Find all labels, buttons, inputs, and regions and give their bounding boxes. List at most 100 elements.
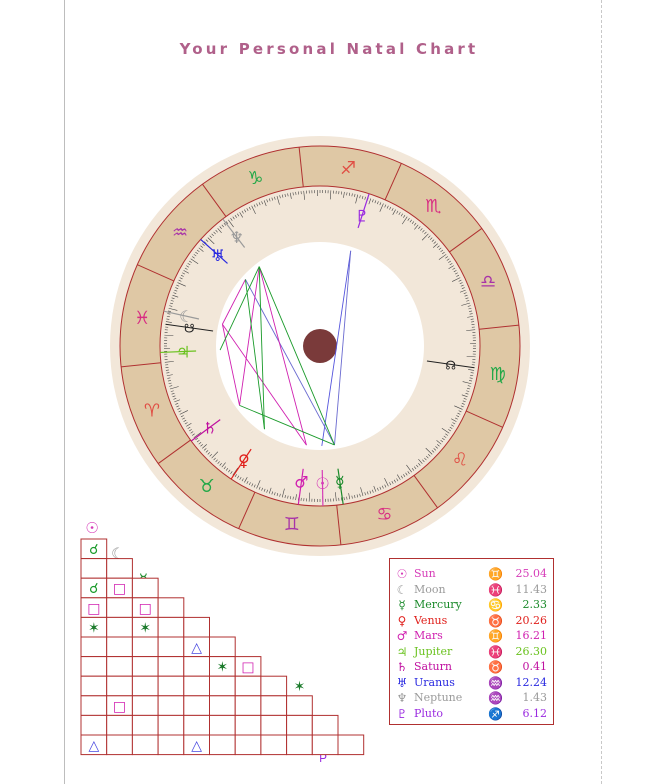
- legend-planet-name: Venus: [414, 613, 448, 627]
- legend-sign-icon: ♊: [488, 629, 503, 643]
- aspect-grid-cell: [131, 695, 159, 716]
- aspect-sextile-icon: ✶: [294, 679, 306, 695]
- sign-aries-icon: ♈: [144, 401, 160, 422]
- planet-uranus-icon: ♅: [211, 246, 225, 265]
- sign-pisces-icon: ♓: [134, 308, 150, 329]
- aspect-grid-cell: [260, 675, 288, 697]
- aspect-grid-cell: [234, 714, 262, 736]
- aspect-grid-cell: [106, 734, 133, 756]
- aspect-conjunction-icon: ☌: [89, 581, 98, 597]
- legend-sun-icon: ☉: [396, 567, 408, 581]
- legend-venus-icon: ♀: [397, 613, 407, 628]
- legend-pluto-icon: ♇: [396, 706, 408, 721]
- planet-venus-icon: ♀: [238, 451, 250, 470]
- legend-row-mars: ♂ Mars ♊ 16.21: [390, 629, 555, 644]
- planet-neptune-icon: ♆: [230, 228, 244, 247]
- aspect-grid-cell: [157, 714, 185, 736]
- legend-sign-icon: ♒: [488, 675, 503, 690]
- legend-degree: 2.33: [522, 598, 548, 611]
- legend-degree: 6.12: [522, 706, 548, 720]
- legend-degree: 16.21: [515, 629, 548, 642]
- legend-planet-name: Jupiter: [414, 644, 453, 658]
- planet-mercury-icon: ☿: [335, 473, 345, 492]
- aspect-grid-cell: [80, 675, 108, 697]
- aspect-grid-cell: [157, 734, 185, 756]
- aspect-grid-cell: [131, 675, 159, 697]
- aspect-trine-icon: △: [191, 640, 202, 656]
- aspect-grid-cell: [183, 695, 211, 716]
- legend-row-jupiter: ♃ Jupiter ♓ 26.30: [390, 645, 555, 660]
- aspect-trine-icon: △: [88, 738, 99, 754]
- aspect-grid-cell: [157, 597, 185, 618]
- legend-degree: 12.24: [515, 675, 548, 689]
- aspect-grid-cell: [286, 695, 313, 716]
- legend-planet-name: Uranus: [414, 675, 455, 689]
- sign-sagittarius-icon: ♐: [340, 158, 356, 179]
- legend-mars-icon: ♂: [396, 629, 408, 643]
- sign-leo-icon: ♌: [452, 449, 468, 470]
- aspect-grid-cell: [337, 734, 365, 756]
- aspect-grid-cell: [106, 616, 133, 638]
- aspect-grid-cell: [80, 636, 108, 658]
- aspect-grid-cell: [260, 734, 288, 756]
- right-margin-rule: [601, 0, 602, 784]
- legend-planet-name: Neptune: [414, 691, 463, 704]
- aspect-sextile-icon: ✶: [88, 620, 100, 636]
- aspect-grid-cell: [80, 714, 108, 736]
- legend-sign-icon: ♐: [488, 706, 503, 721]
- aspect-grid-cell: [106, 636, 133, 658]
- legend-row-pluto: ♇ Pluto ♐ 6.12: [390, 707, 555, 722]
- left-margin-rule: [64, 0, 65, 784]
- aspect-grid-cell: [234, 734, 262, 756]
- aspect-grid-cell: [106, 675, 133, 697]
- legend-degree: 11.43: [515, 582, 548, 596]
- legend-row-moon: ☾ Moon ♓ 11.43: [390, 583, 555, 598]
- planet-pluto-icon: ♇: [355, 207, 369, 226]
- aspect-grid-cell: [209, 675, 236, 697]
- page-title: Your Personal Natal Chart: [179, 40, 479, 58]
- aspect-grid-cell: [80, 695, 108, 716]
- planet-saturn-icon: ♄: [203, 418, 217, 437]
- legend-jupiter-icon: ♃: [396, 644, 408, 659]
- sign-cancer-icon: ♋: [376, 504, 392, 525]
- legend-degree: 0.41: [522, 660, 548, 673]
- sign-taurus-icon: ♉: [199, 476, 215, 497]
- aspect-sextile-icon: ✶: [216, 660, 228, 676]
- aspect-grid: ☉☾☿♀♂♃♄♅♆♇☌☌□□□✶✶△✶□✶□△△: [80, 519, 365, 762]
- aspect-grid-cell: [157, 616, 185, 638]
- aspect-grid-cell: [80, 558, 108, 579]
- sign-aquarius-icon: ♒: [172, 223, 188, 244]
- natal-chart-wheel: ♈♉♊ ♋♌♍♎♏♐♑♒♓☊☋☉☾☿♀♂♃♄♅♆♇: [110, 136, 530, 556]
- legend-uranus-icon: ♅: [396, 675, 408, 690]
- aspect-grid-cell: [209, 734, 236, 756]
- aspect-grid-cell: [80, 656, 108, 677]
- aspect-grid-cell: [286, 734, 313, 756]
- sign-scorpio-icon: ♏: [425, 196, 441, 217]
- legend-neptune-icon: ♆: [396, 691, 408, 705]
- legend-sign-icon: ♋: [488, 598, 503, 612]
- legend-degree: 26.30: [515, 644, 548, 658]
- aspect-grid-cell: [311, 714, 339, 736]
- aspect-grid-cell: [157, 656, 185, 677]
- legend-planet-name: Mars: [414, 629, 443, 642]
- aspect-grid-cell: [131, 734, 159, 756]
- aspect-grid-cell: [183, 714, 211, 736]
- legend-row-saturn: ♄ Saturn ♉ 0.41: [390, 660, 555, 675]
- aspect-grid-cell: [131, 636, 159, 658]
- legend-row-mercury: ☿ Mercury ♋ 2.33: [390, 598, 555, 613]
- aspect-grid-cell: [286, 714, 313, 736]
- planet-jupiter-icon: ♃: [176, 342, 190, 361]
- legend-planet-name: Saturn: [414, 660, 452, 673]
- legend-row-uranus: ♅ Uranus ♒ 12.24: [390, 676, 555, 691]
- aspect-grid-cell: [106, 597, 133, 618]
- aspect-grid-cell: [234, 675, 262, 697]
- aspect-square-icon: □: [139, 601, 152, 617]
- chart-center-dot: [303, 329, 337, 363]
- aspect-grid-cell: [183, 616, 211, 638]
- aspect-grid-cell: [209, 695, 236, 716]
- sign-virgo-icon: ♍: [490, 364, 506, 385]
- legend-sign-icon: ♓: [488, 644, 503, 659]
- planet-positions-table: ☉ Sun ♊ 25.04 ☾ Moon ♓ 11.43 ☿ Mercury ♋ 2.33 ♀ Venus…: [389, 558, 554, 725]
- aspect-grid-cell: [157, 636, 185, 658]
- aspect-conjunction-icon: ☌: [89, 542, 98, 558]
